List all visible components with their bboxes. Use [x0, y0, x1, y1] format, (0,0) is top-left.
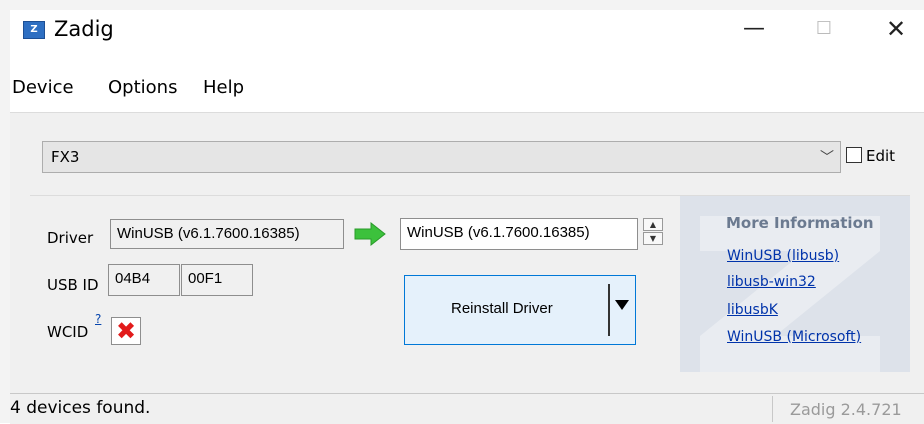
window-top-edge	[0, 0, 924, 10]
usb-pid-field: 00F1	[181, 264, 253, 296]
reinstall-driver-label: Reinstall Driver	[451, 300, 553, 317]
spinner-up-icon[interactable]: ▲	[643, 218, 663, 231]
window-left-edge	[0, 10, 10, 423]
link-libusbk[interactable]: libusbK	[727, 302, 778, 318]
link-libusb-win32[interactable]: libusb-win32	[727, 274, 816, 290]
wcid-label: WCID	[47, 323, 89, 341]
split-button-divider	[608, 284, 610, 336]
usb-vid-field: 04B4	[108, 264, 180, 296]
edit-checkbox-label: Edit	[866, 147, 896, 165]
title-bar	[10, 10, 924, 72]
close-button[interactable]: ✕	[876, 14, 916, 44]
wcid-help-link[interactable]: ?	[95, 312, 101, 326]
menu-help[interactable]: Help	[203, 76, 244, 100]
current-driver-field: WinUSB (v6.1.7600.16385)	[110, 219, 344, 249]
driver-spinner[interactable]: ▲ ▼	[643, 218, 663, 246]
menu-device[interactable]: Device	[12, 76, 74, 100]
status-message: 4 devices found.	[10, 398, 151, 418]
driver-label: Driver	[47, 229, 94, 247]
status-divider	[772, 396, 773, 422]
zadig-app-icon: Z	[23, 21, 45, 39]
usb-id-label: USB ID	[47, 276, 99, 294]
zadig-window: Z Zadig — ☐ ✕ Device Options Help FX3 ﹀ …	[0, 0, 924, 424]
wcid-status-x-icon: ✖	[111, 317, 141, 345]
target-driver-field[interactable]: WinUSB (v6.1.7600.16385)	[400, 218, 638, 250]
chevron-down-icon: ﹀	[820, 150, 834, 166]
edit-checkbox[interactable]	[846, 147, 862, 163]
reinstall-driver-button[interactable]: Reinstall Driver	[404, 275, 636, 345]
version-label: Zadig 2.4.721	[790, 400, 902, 419]
spinner-down-icon[interactable]: ▼	[643, 232, 663, 245]
window-title: Zadig	[54, 17, 114, 41]
dropdown-arrow-icon[interactable]	[615, 300, 629, 310]
link-winusb-libusb[interactable]: WinUSB (libusb)	[727, 248, 839, 264]
menu-options[interactable]: Options	[108, 76, 177, 100]
maximize-button[interactable]: ☐	[804, 14, 844, 44]
more-info-title: More Information	[726, 214, 874, 232]
minimize-button[interactable]: —	[734, 14, 774, 44]
device-select[interactable]: FX3 ﹀	[42, 141, 841, 173]
device-select-value: FX3	[51, 148, 80, 166]
arrow-right-icon	[354, 222, 386, 246]
link-winusb-microsoft[interactable]: WinUSB (Microsoft)	[727, 329, 861, 345]
